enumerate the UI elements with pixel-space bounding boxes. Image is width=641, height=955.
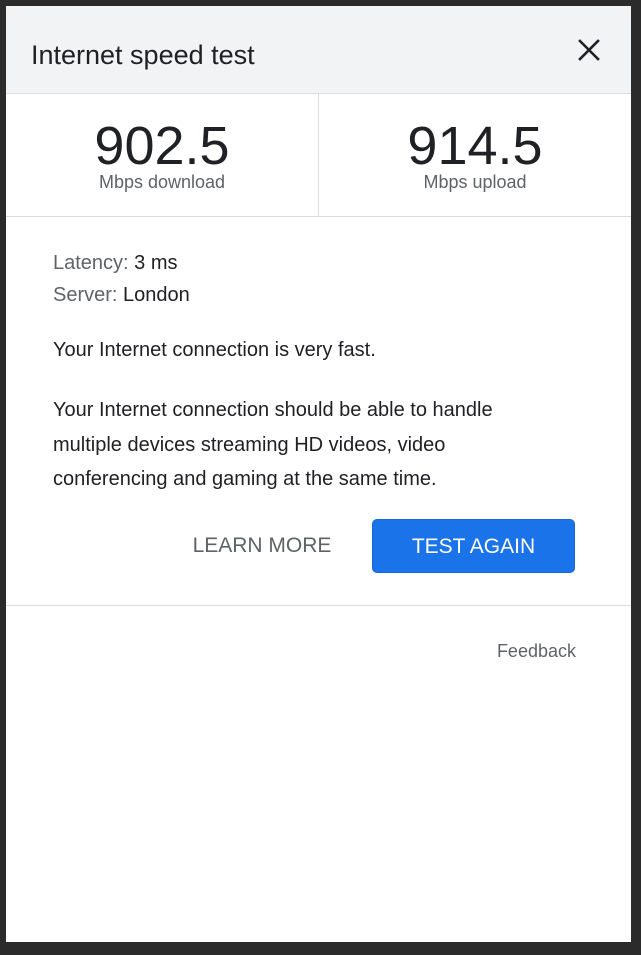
dialog-title: Internet speed test: [31, 40, 255, 70]
latency-label: Latency:: [53, 252, 129, 274]
result-details: Latency: 3 ms Server: London Your Intern…: [6, 217, 631, 606]
test-again-button[interactable]: TEST AGAIN: [372, 519, 575, 573]
server-line: Server: London: [53, 283, 190, 307]
server-value: London: [123, 284, 190, 306]
connection-description: Your Internet connection should be able …: [53, 399, 493, 490]
upload-speed-unit: Mbps upload: [423, 172, 527, 192]
download-result: 902.5 Mbps download: [6, 94, 318, 216]
close-button[interactable]: [574, 35, 604, 65]
upload-result: 914.5 Mbps upload: [318, 94, 631, 216]
speed-test-dialog: Internet speed test 902.5 Mbps download …: [6, 6, 631, 942]
feedback-link[interactable]: Feedback: [497, 640, 576, 662]
server-label: Server:: [53, 284, 118, 306]
close-icon: [578, 39, 600, 61]
dialog-footer: Feedback: [6, 606, 631, 706]
connection-status: Your Internet connection is very fast.: [53, 339, 376, 361]
download-speed-unit: Mbps download: [98, 172, 226, 192]
latency-value: 3 ms: [134, 252, 178, 274]
latency-line: Latency: 3 ms: [53, 251, 178, 275]
learn-more-button[interactable]: LEARN MORE: [176, 519, 348, 573]
download-speed-value: 902.5: [94, 116, 230, 176]
upload-speed-value: 914.5: [407, 116, 543, 176]
speed-results: 902.5 Mbps download 914.5 Mbps upload: [6, 94, 631, 217]
dialog-header: Internet speed test: [6, 6, 631, 94]
